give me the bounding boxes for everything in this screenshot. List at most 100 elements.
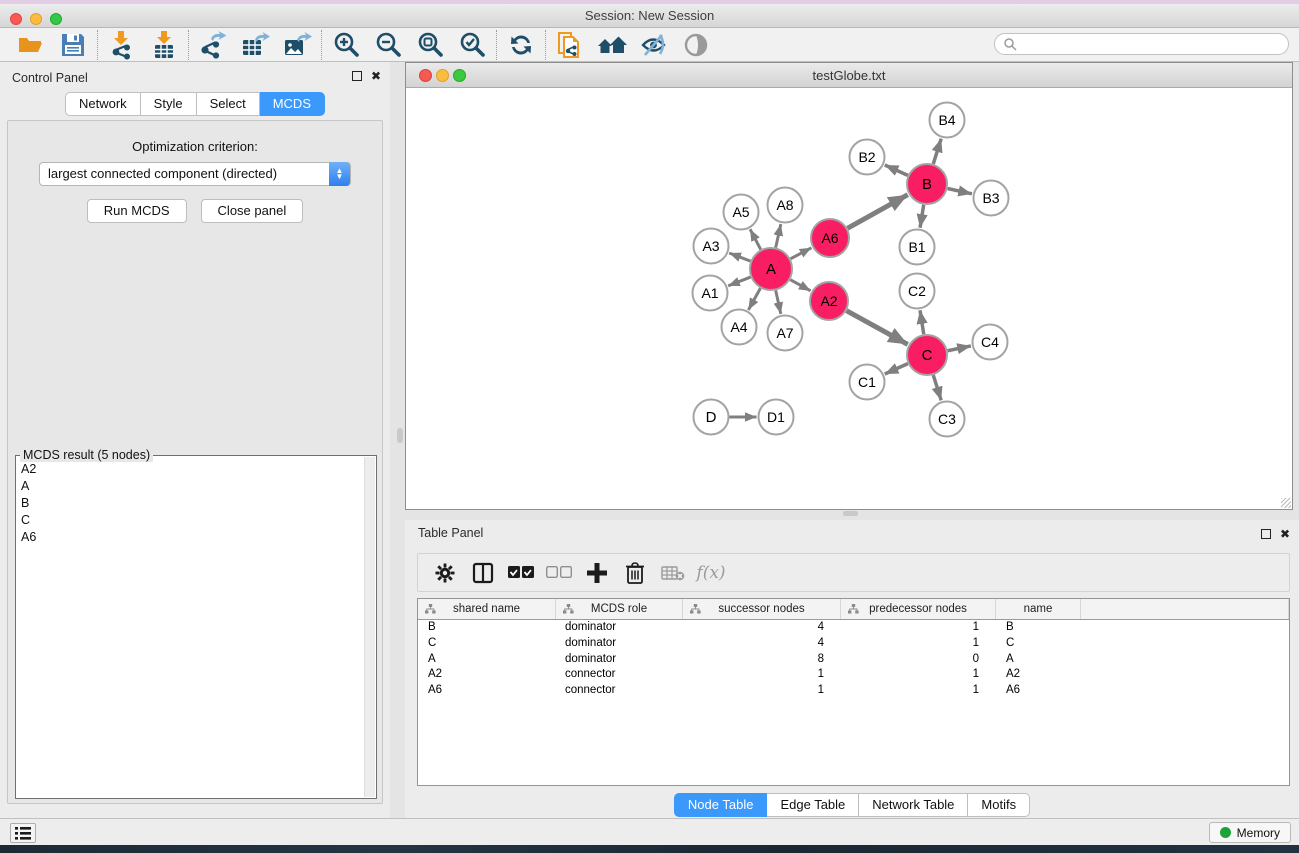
graph-node-B[interactable]: B <box>907 164 947 204</box>
graph-node-C4[interactable]: C4 <box>973 325 1008 360</box>
close-panel-button[interactable]: Close panel <box>201 199 304 223</box>
graph-node-C1[interactable]: C1 <box>850 365 885 400</box>
deselect-all-checkboxes-icon[interactable] <box>540 557 578 589</box>
zoom-out-icon[interactable] <box>367 30 409 60</box>
search-field[interactable] <box>994 33 1289 55</box>
graph-node-B1[interactable]: B1 <box>900 230 935 265</box>
graph-edge-A6-B[interactable] <box>847 195 907 229</box>
save-icon[interactable] <box>52 30 94 60</box>
table-cell[interactable]: A6 <box>996 683 1081 699</box>
graph-node-A4[interactable]: A4 <box>722 310 757 345</box>
table-row[interactable]: Cdominator41C <box>418 636 1289 652</box>
tab-edge-table[interactable]: Edge Table <box>767 793 859 817</box>
graph-node-B4[interactable]: B4 <box>930 103 965 138</box>
window-resize-grip[interactable] <box>1281 498 1291 508</box>
graph-edge-A-A8[interactable] <box>776 224 781 247</box>
mcds-result-item[interactable]: C <box>18 511 363 528</box>
add-column-icon[interactable] <box>578 557 616 589</box>
graph-node-A7[interactable]: A7 <box>768 316 803 351</box>
tab-mcds[interactable]: MCDS <box>260 92 325 116</box>
table-cell[interactable]: 1 <box>841 683 996 699</box>
zoom-fit-icon[interactable] <box>409 30 451 60</box>
graph-edge-B-B1[interactable] <box>920 205 924 228</box>
column-header-predecessor-nodes[interactable]: predecessor nodes <box>841 599 996 619</box>
close-table-panel-icon[interactable]: ✖ <box>1279 528 1291 540</box>
graph-edge-B-B2[interactable] <box>885 165 908 175</box>
graph-node-B2[interactable]: B2 <box>850 140 885 175</box>
table-cell[interactable]: 1 <box>683 667 841 683</box>
graph-edge-B-B3[interactable] <box>948 188 972 193</box>
vertical-splitter-handle[interactable] <box>397 428 403 443</box>
mcds-result-item[interactable]: B <box>18 494 363 511</box>
delete-column-trash-icon[interactable] <box>616 557 654 589</box>
graph-node-A5[interactable]: A5 <box>724 195 759 230</box>
horizontal-splitter-handle[interactable] <box>843 511 858 516</box>
table-cell[interactable]: 1 <box>841 620 996 636</box>
export-network-icon[interactable] <box>192 30 234 60</box>
graph-edge-A-A6[interactable] <box>790 248 811 259</box>
import-network-icon[interactable] <box>101 30 143 60</box>
graph-node-A[interactable]: A <box>750 248 792 290</box>
tab-network[interactable]: Network <box>65 92 141 116</box>
run-mcds-button[interactable]: Run MCDS <box>87 199 187 223</box>
close-panel-icon[interactable]: ✖ <box>370 70 382 82</box>
graph-node-D[interactable]: D <box>694 400 729 435</box>
table-cell[interactable]: B <box>996 620 1081 636</box>
graph-node-A2[interactable]: A2 <box>810 282 848 320</box>
graph-edge-A-A2[interactable] <box>790 280 810 291</box>
graph-node-C3[interactable]: C3 <box>930 402 965 437</box>
network-window-titlebar[interactable]: testGlobe.txt <box>406 63 1292 88</box>
tab-style[interactable]: Style <box>141 92 197 116</box>
network-canvas[interactable]: B4B2BB3A5A8A6A3B1AC2A1A2A4A7C4CC1DD1C3 <box>406 88 1292 509</box>
tab-select[interactable]: Select <box>197 92 260 116</box>
table-cell[interactable]: A2 <box>418 667 556 683</box>
search-input[interactable] <box>1021 37 1288 51</box>
graph-node-C[interactable]: C <box>907 335 947 375</box>
task-history-button[interactable] <box>10 823 36 843</box>
table-cell[interactable]: connector <box>556 667 683 683</box>
graph-node-C2[interactable]: C2 <box>900 274 935 309</box>
graph-edge-A-A1[interactable] <box>728 277 750 286</box>
graph-node-A6[interactable]: A6 <box>811 219 849 257</box>
mcds-scrollbar[interactable] <box>364 457 375 797</box>
network-graph[interactable]: B4B2BB3A5A8A6A3B1AC2A1A2A4A7C4CC1DD1C3 <box>406 88 1292 509</box>
table-cell[interactable]: A <box>996 652 1081 668</box>
graph-edge-B-B4[interactable] <box>933 139 941 164</box>
tab-network-table[interactable]: Network Table <box>859 793 968 817</box>
table-cell[interactable]: connector <box>556 683 683 699</box>
table-cell[interactable]: 0 <box>841 652 996 668</box>
table-cell[interactable]: B <box>418 620 556 636</box>
graph-edge-C-C4[interactable] <box>948 346 971 351</box>
graph-node-A8[interactable]: A8 <box>768 188 803 223</box>
table-cell[interactable]: 4 <box>683 636 841 652</box>
column-header-shared-name[interactable]: shared name <box>418 599 556 619</box>
graph-node-A3[interactable]: A3 <box>694 229 729 264</box>
tab-motifs[interactable]: Motifs <box>968 793 1030 817</box>
mcds-result-item[interactable]: A6 <box>18 528 363 545</box>
select-all-checkboxes-icon[interactable] <box>502 557 540 589</box>
graph-edge-A-A4[interactable] <box>748 288 760 310</box>
open-folder-icon[interactable] <box>10 30 52 60</box>
export-table-icon[interactable] <box>234 30 276 60</box>
table-cell[interactable]: A <box>418 652 556 668</box>
table-cell[interactable]: 8 <box>683 652 841 668</box>
graph-edge-A-A5[interactable] <box>750 229 761 249</box>
table-row[interactable]: Adominator80A <box>418 652 1289 668</box>
export-image-icon[interactable] <box>276 30 318 60</box>
table-row[interactable]: A6connector11A6 <box>418 683 1289 699</box>
float-panel-icon[interactable] <box>352 71 362 81</box>
table-cell[interactable]: dominator <box>556 652 683 668</box>
zoom-in-icon[interactable] <box>325 30 367 60</box>
column-header-MCDS-role[interactable]: MCDS role <box>556 599 683 619</box>
tab-node-table[interactable]: Node Table <box>674 793 768 817</box>
table-cell[interactable]: 4 <box>683 620 841 636</box>
table-cell[interactable]: 1 <box>841 636 996 652</box>
settings-gear-icon[interactable] <box>426 557 464 589</box>
float-table-panel-icon[interactable] <box>1261 529 1271 539</box>
table-cell[interactable]: dominator <box>556 620 683 636</box>
table-cell[interactable]: A2 <box>996 667 1081 683</box>
table-cell[interactable]: 1 <box>841 667 996 683</box>
mcds-result-list[interactable]: A2ABCA6 <box>18 460 363 796</box>
table-row[interactable]: Bdominator41B <box>418 620 1289 636</box>
graph-edge-A-A7[interactable] <box>776 290 781 313</box>
